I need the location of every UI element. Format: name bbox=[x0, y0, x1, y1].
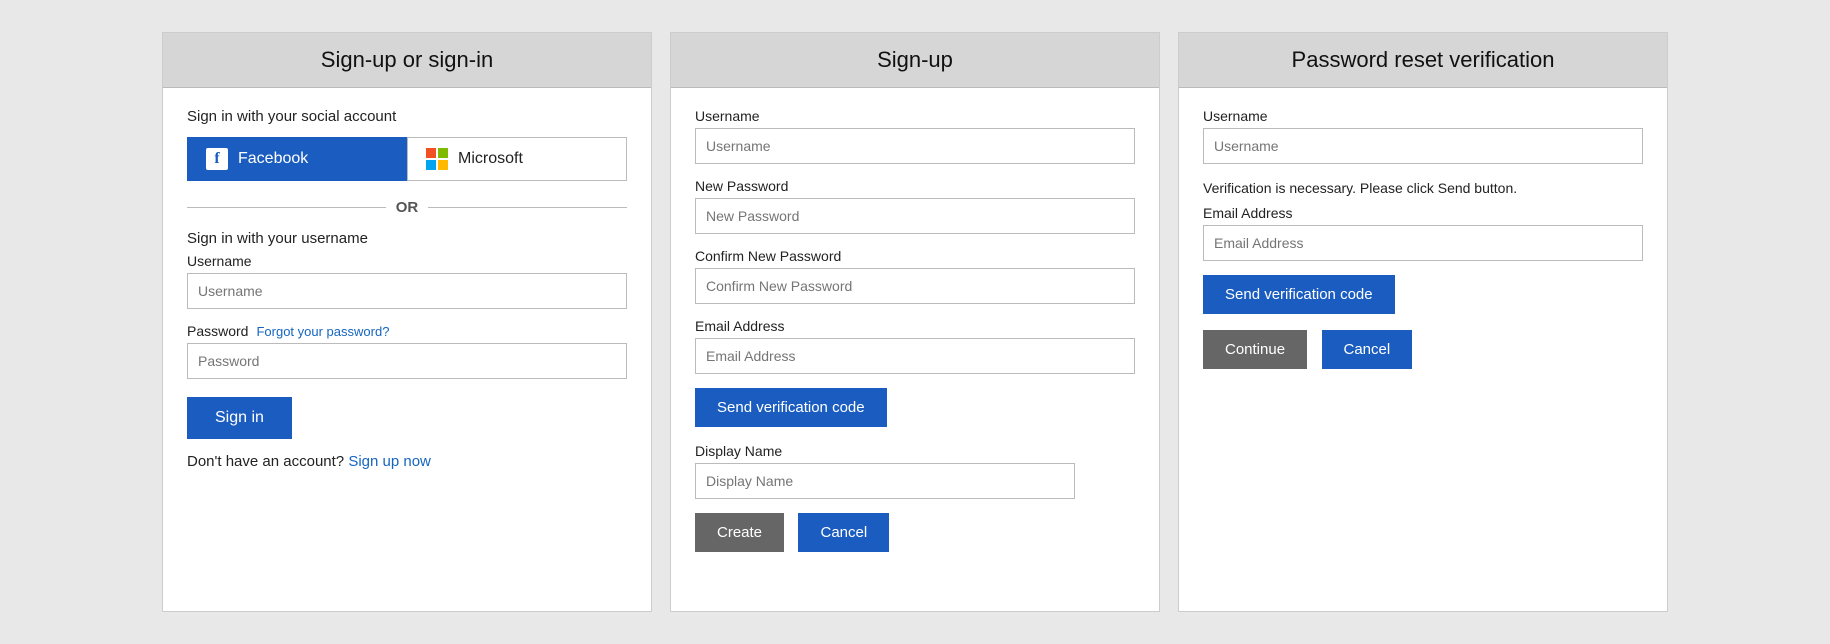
signin-password-input[interactable] bbox=[187, 343, 627, 379]
signin-button[interactable]: Sign in bbox=[187, 397, 292, 439]
microsoft-button-label: Microsoft bbox=[458, 150, 523, 168]
reset-cancel-button[interactable]: Cancel bbox=[1322, 330, 1413, 369]
ms-sq-green bbox=[438, 148, 448, 158]
facebook-icon: f bbox=[206, 148, 228, 170]
no-account-text: Don't have an account? bbox=[187, 453, 344, 470]
username-section-label: Sign in with your username bbox=[187, 230, 627, 247]
reset-action-buttons: Continue Cancel bbox=[1203, 330, 1643, 369]
signup-display-name-input[interactable] bbox=[695, 463, 1075, 499]
social-label: Sign in with your social account bbox=[187, 108, 627, 125]
ms-sq-blue bbox=[426, 160, 436, 170]
signup-now-link[interactable]: Sign up now bbox=[348, 453, 431, 470]
divider-left bbox=[187, 207, 386, 208]
reset-email-input[interactable] bbox=[1203, 225, 1643, 261]
signup-email-label: Email Address bbox=[695, 318, 1135, 334]
ms-sq-yellow bbox=[438, 160, 448, 170]
signup-cancel-button[interactable]: Cancel bbox=[798, 513, 889, 552]
facebook-button-label: Facebook bbox=[238, 150, 308, 168]
signup-new-password-input[interactable] bbox=[695, 198, 1135, 234]
signup-prompt: Don't have an account? Sign up now bbox=[187, 453, 627, 470]
username-field-label: Username bbox=[187, 253, 627, 269]
facebook-button[interactable]: f Facebook bbox=[187, 137, 407, 181]
divider-right bbox=[428, 207, 627, 208]
password-field-label: Password Forgot your password? bbox=[187, 323, 627, 339]
reset-username-input[interactable] bbox=[1203, 128, 1643, 164]
reset-username-label: Username bbox=[1203, 108, 1643, 124]
signup-panel: Sign-up Username New Password Confirm Ne… bbox=[670, 32, 1160, 612]
ms-sq-red bbox=[426, 148, 436, 158]
verification-note: Verification is necessary. Please click … bbox=[1203, 178, 1643, 199]
signup-new-password-label: New Password bbox=[695, 178, 1135, 194]
signup-confirm-password-input[interactable] bbox=[695, 268, 1135, 304]
signup-display-name-label: Display Name bbox=[695, 443, 1135, 459]
signup-username-label: Username bbox=[695, 108, 1135, 124]
signin-panel: Sign-up or sign-in Sign in with your soc… bbox=[162, 32, 652, 612]
microsoft-button[interactable]: Microsoft bbox=[407, 137, 627, 181]
signin-username-input[interactable] bbox=[187, 273, 627, 309]
or-text: OR bbox=[396, 199, 419, 216]
reset-send-verification-button[interactable]: Send verification code bbox=[1203, 275, 1395, 314]
signup-action-buttons: Create Cancel bbox=[695, 513, 1135, 552]
signup-email-input[interactable] bbox=[695, 338, 1135, 374]
password-reset-panel-title: Password reset verification bbox=[1179, 33, 1667, 88]
signup-panel-title: Sign-up bbox=[671, 33, 1159, 88]
forgot-password-link[interactable]: Forgot your password? bbox=[256, 324, 389, 339]
reset-email-label: Email Address bbox=[1203, 205, 1643, 221]
signup-send-verification-button[interactable]: Send verification code bbox=[695, 388, 887, 427]
microsoft-icon bbox=[426, 148, 448, 170]
social-buttons: f Facebook Microsoft bbox=[187, 137, 627, 181]
or-divider: OR bbox=[187, 199, 627, 216]
reset-continue-button[interactable]: Continue bbox=[1203, 330, 1307, 369]
signin-panel-title: Sign-up or sign-in bbox=[163, 33, 651, 88]
password-reset-panel: Password reset verification Username Ver… bbox=[1178, 32, 1668, 612]
signup-username-input[interactable] bbox=[695, 128, 1135, 164]
signup-create-button[interactable]: Create bbox=[695, 513, 784, 552]
signup-confirm-password-label: Confirm New Password bbox=[695, 248, 1135, 264]
